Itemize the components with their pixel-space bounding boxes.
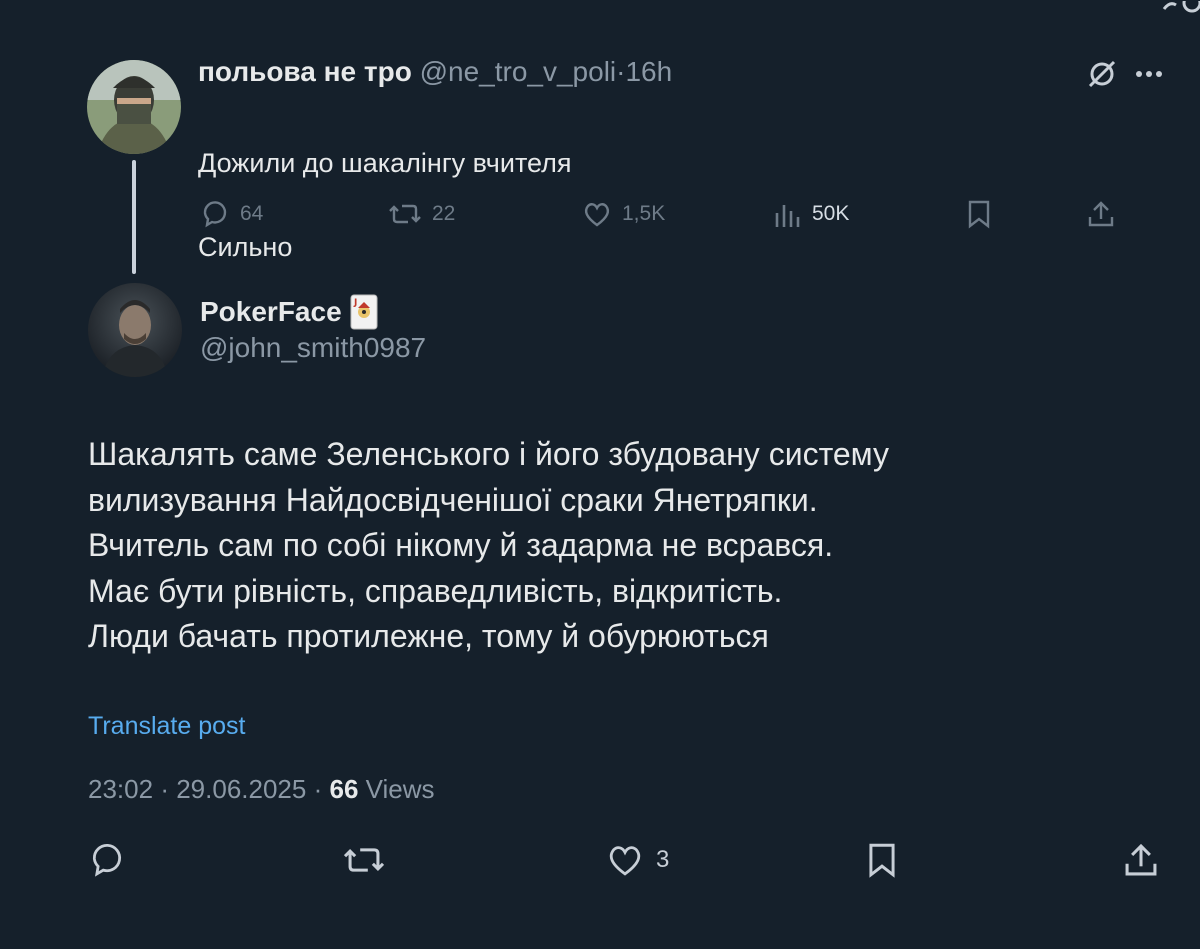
reply-button[interactable] (88, 838, 126, 882)
parent-reply-button[interactable]: 64 (200, 196, 263, 232)
parent-like-count: 1,5K (622, 202, 666, 225)
views-icon (775, 205, 800, 227)
repost-button[interactable] (342, 838, 386, 882)
share-button[interactable] (1122, 838, 1160, 882)
repost-icon (343, 848, 385, 872)
like-button[interactable]: 3 (606, 838, 669, 882)
parent-bookmark-button[interactable] (966, 196, 992, 232)
reply-body-line: Шакалять саме Зеленського і його збудова… (88, 436, 890, 472)
reply-body-line: вилизування Найдосвідченішої сраки Янетр… (88, 481, 818, 518)
like-icon (609, 846, 641, 876)
avatar-parent[interactable] (87, 60, 181, 154)
parent-line: Сильно (198, 232, 293, 262)
post-date[interactable]: 29.06.2025 (176, 774, 306, 804)
parent-handle[interactable]: @ne_tro_v_poli (420, 56, 617, 87)
reply-display-name[interactable]: PokerFace (200, 296, 342, 328)
share-icon (1088, 201, 1114, 227)
share-icon (1125, 843, 1157, 876)
post-meta: 23:02 · 29.06.2025 · 66 Views (88, 774, 435, 805)
parent-author-line: польова не тро @ne_tro_v_poli·16h (198, 56, 672, 88)
bookmark-button[interactable] (866, 838, 898, 882)
reply-handle[interactable]: @john_smith0987 (200, 332, 426, 364)
parent-views-button[interactable]: 50K (774, 196, 849, 232)
translate-post-link[interactable]: Translate post (88, 712, 245, 741)
parent-display-name[interactable]: польова не тро (198, 56, 412, 87)
parent-like-button[interactable]: 1,5K (582, 196, 665, 232)
reply-author-line: PokerFace J (200, 294, 378, 330)
reply-icon (92, 843, 122, 877)
grok-icon[interactable] (1086, 58, 1118, 95)
reply-body-line: Вчитель сам по собі нікому й задарма не … (88, 527, 834, 564)
meta-separator: · (160, 774, 169, 804)
parent-time[interactable]: 16h (625, 56, 672, 87)
reply-body-line: Має бути рівність, справедливість, відкр… (88, 572, 783, 609)
reply-body-line: Люди бачать протилежне, тому й обурюютьс… (88, 618, 769, 655)
meta-separator: · (313, 774, 323, 804)
like-count: 3 (656, 846, 670, 873)
views-count: 66 (329, 774, 359, 804)
parent-reply-count: 64 (240, 202, 264, 225)
bookmark-icon (968, 200, 990, 229)
parent-line: Дожили до шакалінгу вчителя (198, 148, 572, 178)
thread-connector-line (132, 160, 136, 274)
bookmark-icon (869, 843, 895, 878)
parent-share-button[interactable] (1086, 196, 1116, 232)
reply-icon (203, 201, 227, 228)
joker-card-icon: J (350, 294, 378, 330)
more-icon[interactable] (1134, 62, 1164, 91)
svg-text:J: J (353, 298, 357, 308)
parent-views-count: 50K (812, 202, 850, 225)
post-time[interactable]: 23:02 (88, 774, 153, 804)
repost-icon (389, 204, 421, 224)
views-label: Views (365, 774, 435, 804)
parent-repost-count: 22 (432, 202, 456, 225)
parent-repost-button[interactable]: 22 (388, 196, 455, 232)
reply-post-body: Шакалять саме Зеленського і його збудова… (88, 432, 1148, 660)
corner-icon-fragment (1160, 0, 1200, 18)
avatar-reply[interactable] (88, 283, 182, 377)
like-icon (584, 203, 610, 227)
